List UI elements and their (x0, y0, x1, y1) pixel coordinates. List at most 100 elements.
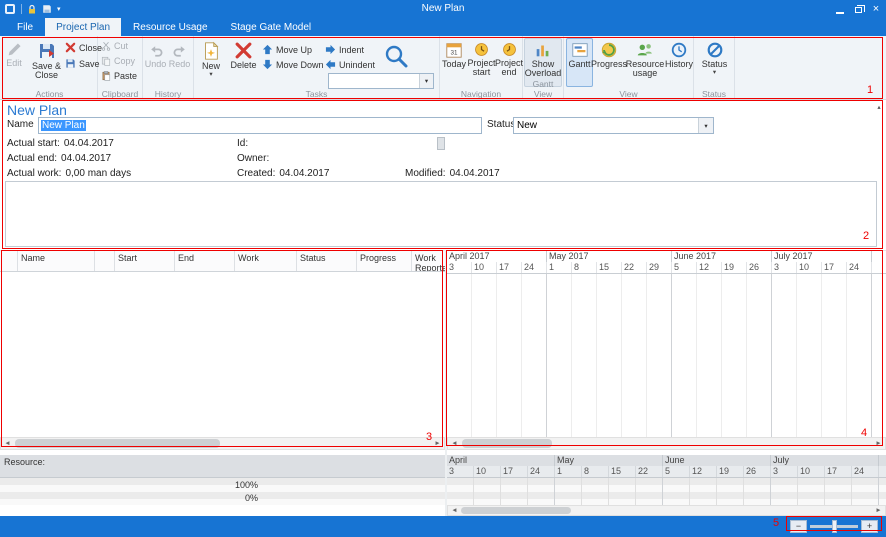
edit-icon (6, 41, 23, 58)
title-bar: ▾ New Plan × (0, 0, 886, 18)
group-label-actions: Actions (2, 89, 97, 99)
indent-button[interactable]: Indent (325, 44, 364, 55)
resource-week-cell: 24 (528, 466, 555, 477)
close-button[interactable]: Close (65, 42, 102, 53)
resource-hscroll-thumb[interactable] (461, 507, 571, 514)
history-view-button[interactable]: History (666, 38, 692, 87)
people-icon (636, 41, 654, 59)
cut-button[interactable]: Cut (101, 41, 128, 51)
project-end-button[interactable]: Project end (496, 38, 522, 87)
id-field-button[interactable] (437, 137, 445, 150)
gantt-month-cell: July 2017 (772, 251, 872, 262)
row-selector-header[interactable] (0, 251, 18, 271)
form-scroll-up-icon[interactable]: ▴ (874, 103, 884, 113)
gantt-hscroll-thumb[interactable] (462, 439, 552, 448)
undo-button[interactable]: Undo (144, 40, 167, 80)
owner-field: Owner: (237, 153, 269, 164)
close-window-button[interactable]: × (867, 0, 885, 18)
scroll-left-icon[interactable]: ◄ (448, 506, 461, 515)
tab-resource-usage[interactable]: Resource Usage (122, 18, 218, 36)
task-table-hscroll-thumb[interactable] (15, 439, 220, 448)
search-icon[interactable] (382, 42, 410, 70)
unindent-button[interactable]: Unindent (325, 59, 375, 70)
gantt-week-cell-filler (872, 262, 886, 273)
column-header-work-reported[interactable]: Work Reported (412, 251, 445, 271)
ribbon-group-gantt-view: Show Overload Gantt View (523, 36, 564, 99)
undo-label: Undo (145, 60, 167, 69)
project-start-button[interactable]: Project start (468, 38, 495, 87)
progress-view-button[interactable]: Progress (594, 38, 624, 87)
copy-button[interactable]: Copy (101, 56, 135, 66)
zoom-out-button[interactable]: − (790, 520, 807, 533)
calendar-icon: 31 (445, 41, 463, 59)
task-filter-combobox[interactable]: ▾ (328, 73, 434, 89)
gantt-week-cell: 24 (522, 262, 547, 273)
redo-button[interactable]: Redo (168, 40, 191, 80)
column-header-end[interactable]: End (175, 251, 235, 271)
column-header-name[interactable]: Name (18, 251, 95, 271)
actual-work-field: Actual work: 0,00 man days (7, 168, 131, 179)
column-header-start[interactable]: Start (115, 251, 175, 271)
gantt-chart-body[interactable] (447, 274, 886, 437)
gantt-view-button[interactable]: Gantt (566, 38, 593, 87)
zoom-in-button[interactable]: + (861, 520, 878, 533)
zoom-slider[interactable] (810, 525, 858, 528)
group-label-status: Status (694, 89, 734, 99)
edit-button[interactable]: Edit (2, 38, 26, 84)
restore-button[interactable] (849, 0, 867, 18)
status-dropdown-arrow-icon[interactable]: ▾ (698, 118, 713, 133)
progress-coin-icon (600, 41, 618, 59)
page-title: New Plan (7, 102, 67, 118)
tab-stage-gate-model[interactable]: Stage Gate Model (220, 18, 323, 36)
new-task-button[interactable]: New ▾ (196, 38, 226, 87)
save-and-close-button[interactable]: Save & Close (27, 38, 66, 84)
new-task-dropdown-icon[interactable]: ▾ (209, 72, 212, 78)
today-button[interactable]: 31 Today (441, 38, 467, 87)
task-table-body[interactable] (0, 272, 445, 437)
delete-icon (234, 41, 253, 60)
scroll-right-icon[interactable]: ► (872, 506, 885, 515)
tab-project-plan[interactable]: Project Plan (45, 18, 121, 36)
resource-month-gridline (554, 478, 555, 505)
delete-task-button[interactable]: Delete (227, 38, 260, 87)
resource-week-header: 3 10 17 24 1 8 15 22 5 12 19 26 3 10 17 … (447, 466, 886, 478)
resource-month-gridline (770, 478, 771, 505)
resource-chart-grid[interactable] (447, 478, 886, 505)
save-button[interactable]: Save (65, 58, 100, 69)
description-textarea[interactable] (5, 181, 877, 247)
paste-button[interactable]: Paste (101, 71, 137, 81)
resource-week-cell: 10 (474, 466, 501, 477)
column-header-status[interactable]: Status (297, 251, 357, 271)
column-header-work[interactable]: Work (235, 251, 297, 271)
resource-hscrollbar[interactable]: ◄ ► (447, 505, 886, 516)
scroll-left-icon[interactable]: ◄ (448, 438, 461, 449)
status-dropdown-caret-icon[interactable]: ▾ (713, 70, 716, 76)
move-up-button[interactable]: Move Up (262, 44, 312, 55)
modified-value: 04.04.2017 (450, 168, 500, 179)
group-label-tasks: Tasks (194, 89, 439, 99)
status-button[interactable]: Status ▾ (698, 38, 731, 87)
scroll-left-icon[interactable]: ◄ (1, 438, 14, 449)
group-label-gantt-view: Gantt View (523, 79, 563, 99)
arrow-right-icon (325, 44, 336, 55)
ribbon-group-status: Status ▾ Status (694, 36, 735, 99)
resource-label: Resource: (4, 457, 45, 467)
move-down-button[interactable]: Move Down (262, 59, 324, 70)
task-filter-dropdown-icon[interactable]: ▾ (419, 74, 433, 88)
task-table-hscrollbar[interactable]: ◄ ► (0, 437, 445, 450)
scroll-right-icon[interactable]: ► (431, 438, 444, 449)
resource-usage-view-button[interactable]: Resource usage (625, 38, 665, 87)
name-input[interactable]: New Plan (38, 117, 482, 134)
column-header-progress[interactable]: Progress (357, 251, 412, 271)
gantt-week-header: 3 10 17 24 1 8 15 22 29 5 12 19 26 3 10 … (447, 262, 886, 274)
tab-file[interactable]: File (6, 18, 44, 36)
column-header-indicator[interactable] (95, 251, 115, 271)
zoom-slider-thumb[interactable] (832, 520, 837, 533)
resource-week-cell: 26 (744, 466, 771, 477)
scroll-right-icon[interactable]: ► (872, 438, 885, 449)
minimize-button[interactable] (831, 0, 849, 18)
svg-text:31: 31 (450, 50, 458, 57)
gantt-hscrollbar[interactable]: ◄ ► (447, 437, 886, 450)
status-dropdown[interactable]: New ▾ (513, 117, 714, 134)
save-icon (65, 58, 76, 69)
